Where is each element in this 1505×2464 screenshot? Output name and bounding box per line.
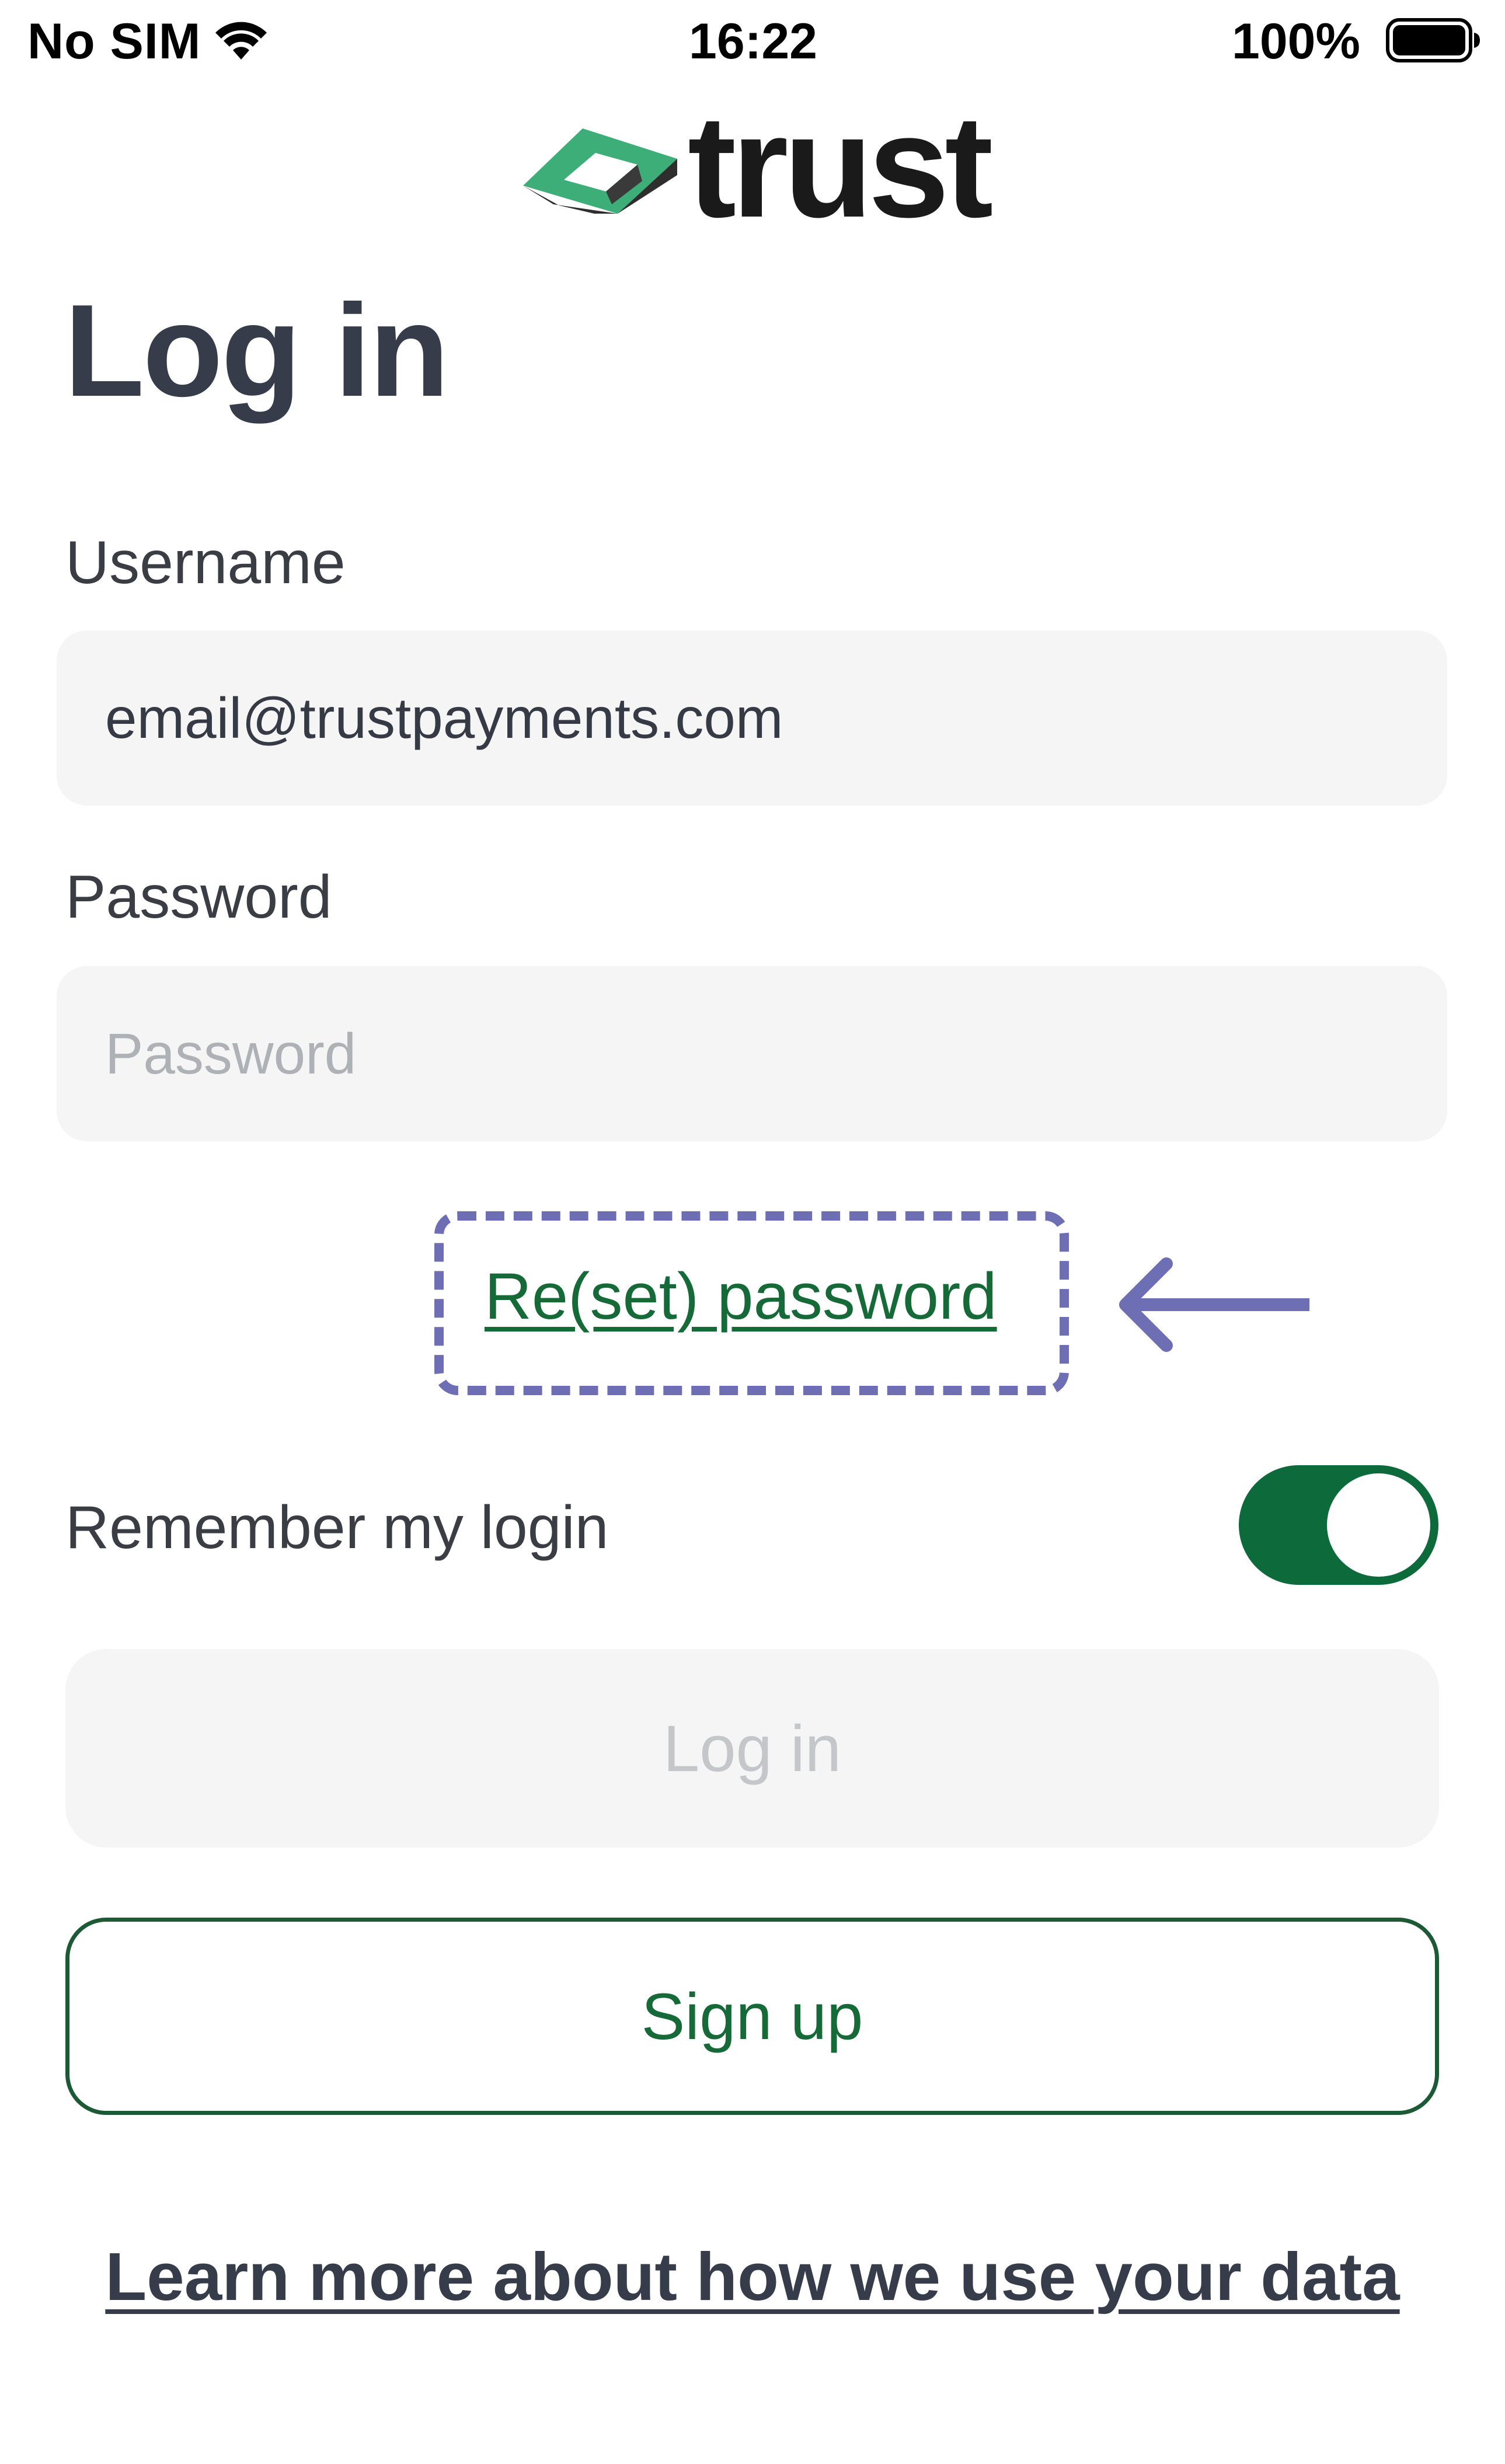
battery-percentage: 100% bbox=[1232, 13, 1360, 69]
signup-button[interactable]: Sign up bbox=[65, 1918, 1439, 2115]
status-bar: No SIM 16:22 100% bbox=[0, 0, 1505, 88]
reset-password-link[interactable]: Re(set) password bbox=[485, 1264, 997, 1329]
password-field[interactable] bbox=[57, 966, 1447, 1141]
battery-full-icon bbox=[1386, 18, 1480, 62]
remember-login-toggle[interactable] bbox=[1239, 1465, 1438, 1585]
remember-login-label: Remember my login bbox=[65, 1494, 609, 1562]
carrier-label: No SIM bbox=[27, 13, 201, 69]
login-screen: No SIM 16:22 100% trust Log in Username … bbox=[0, 0, 1505, 2464]
toggle-knob bbox=[1327, 1473, 1430, 1577]
page-title: Log in bbox=[64, 277, 450, 424]
wifi-icon bbox=[215, 22, 267, 60]
arrow-left-icon bbox=[1119, 1257, 1309, 1352]
learn-more-data-link[interactable]: Learn more about how we use your data bbox=[0, 2243, 1505, 2310]
username-field[interactable] bbox=[57, 630, 1447, 806]
trust-logo-mark-icon bbox=[523, 128, 677, 214]
password-label: Password bbox=[65, 863, 332, 931]
trust-wordmark: trust bbox=[688, 85, 994, 248]
status-time: 16:22 bbox=[689, 13, 817, 69]
login-button[interactable]: Log in bbox=[65, 1649, 1439, 1848]
username-label: Username bbox=[65, 529, 346, 597]
